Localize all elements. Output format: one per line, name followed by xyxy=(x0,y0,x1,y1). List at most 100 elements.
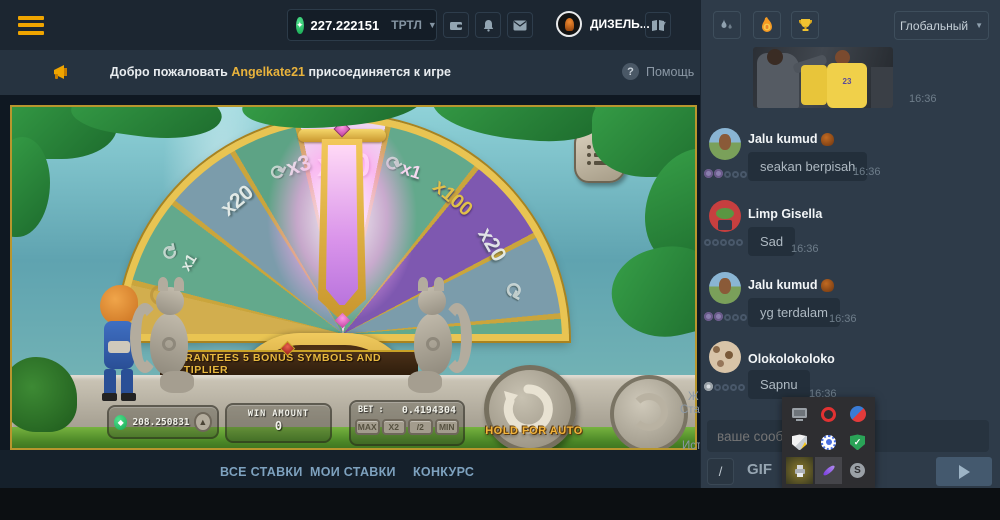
leaves-decoration xyxy=(603,235,697,349)
chat-message: Sad xyxy=(748,227,795,256)
wallet-button[interactable] xyxy=(443,12,469,38)
megaphone-icon xyxy=(52,63,72,81)
bet-box: BET : 0.4194304 MAX X2 /2 MIN xyxy=(349,400,465,446)
chat-command-button[interactable]: / xyxy=(707,458,734,485)
bet-min-button[interactable]: MIN xyxy=(435,419,460,435)
browser-ball-tray-icon[interactable] xyxy=(844,401,871,428)
win-amount-value: 0 xyxy=(227,419,330,433)
defender-warning-tray-icon[interactable] xyxy=(786,429,813,456)
chat-message: yg terdalam xyxy=(748,298,840,327)
windows-taskbar: Введите здесь текст для поиска 84 Y Я xyxy=(0,488,1000,520)
squirrel-statue-left xyxy=(130,275,192,400)
welcome-username[interactable]: Angelkate21 xyxy=(231,65,305,79)
chevron-down-icon: ▼ xyxy=(975,21,983,30)
tab-contest[interactable]: КОНКУРС xyxy=(413,465,474,479)
jersey-number: 23 xyxy=(827,77,867,86)
game-balance-value: 208.250831 xyxy=(132,417,189,428)
library-button[interactable] xyxy=(645,12,671,38)
tray-flyout: ✓ S xyxy=(782,397,875,488)
balance-value: 227.222151 xyxy=(311,18,380,33)
wallet-icon xyxy=(449,18,463,32)
welcome-suffix: присоединяется к игре xyxy=(308,65,451,79)
hold-for-auto-label: HOLD FOR AUTO xyxy=(464,425,604,437)
contest-button[interactable] xyxy=(791,11,819,39)
message-time: 16:36 xyxy=(853,166,881,178)
notifications-button[interactable] xyxy=(475,12,501,38)
sword xyxy=(314,107,370,339)
opera-tray-icon[interactable] xyxy=(815,401,842,428)
level-dots xyxy=(704,165,748,183)
bush xyxy=(10,357,77,432)
avatar[interactable] xyxy=(709,200,741,232)
bet-double-button[interactable]: X2 xyxy=(382,419,407,435)
bet-value: 0.4194304 xyxy=(402,405,456,416)
mail-icon xyxy=(513,20,527,31)
hamburger-menu-icon[interactable] xyxy=(18,12,44,38)
bet-max-button[interactable]: MAX xyxy=(355,419,380,435)
squirrel-statue-right xyxy=(410,275,472,400)
bell-icon xyxy=(482,19,495,32)
bet-label: BET : xyxy=(358,405,384,416)
message-time: 16:36 xyxy=(829,313,857,325)
username: ДИЗЕЛЬ... xyxy=(590,17,650,31)
message-author: Jalu kumud xyxy=(748,278,834,292)
send-arrow-icon xyxy=(959,465,970,479)
bonus-banner-text: GUARANTEES 5 BONUS SYMBOLS AND MULTIPLIE… xyxy=(160,352,418,376)
balance-pill[interactable]: ✦ 227.222151 ТРТЛ ▼ xyxy=(287,9,437,41)
shield-check-tray-icon[interactable]: ✓ xyxy=(844,429,871,456)
turkey-emoji-icon xyxy=(821,133,834,146)
avatar[interactable] xyxy=(709,272,741,304)
help-button[interactable]: ? Помощь xyxy=(622,63,694,80)
printer-tray-icon[interactable] xyxy=(786,457,813,484)
bet-half-button[interactable]: /2 xyxy=(408,419,433,435)
chat-message: Sapnu xyxy=(748,370,810,399)
chat-channel-label: Глобальный xyxy=(900,19,968,33)
top-bar: ✦ 227.222151 ТРТЛ ▼ ДИЗЕЛЬ... ▼ xyxy=(0,0,700,50)
win-amount-box: WIN AMOUNT 0 xyxy=(225,403,332,443)
rain-icon xyxy=(720,18,734,32)
message-author: Jalu kumud xyxy=(748,132,834,146)
chat-channel-select[interactable]: Глобальный ▼ xyxy=(894,11,989,40)
gif-button[interactable]: GIF xyxy=(747,461,772,478)
game-canvas: ⟳x1 x20 ⟳x3 x50 ⟳x1 x100 x20 ⟳ GUARANTEE… xyxy=(10,105,697,450)
coin-icon: ✦ xyxy=(296,17,304,34)
message-author: Limp Gisella xyxy=(748,207,822,221)
trophy-icon xyxy=(798,18,813,32)
photo-timestamp: 16:36 xyxy=(909,93,937,105)
spin-button[interactable] xyxy=(484,365,576,450)
avatar[interactable] xyxy=(709,128,741,160)
message-author: Olokolokoloko xyxy=(748,352,835,366)
coin-icon: ◆ xyxy=(114,415,127,430)
level-dots xyxy=(704,378,746,396)
messages-button[interactable] xyxy=(507,12,533,38)
notification-bar: Добро пожаловать Angelkate21 присоединяе… xyxy=(0,50,700,95)
welcome-prefix: Добро пожаловать xyxy=(110,65,228,79)
game-balance-box: ◆ 208.250831 ▲ xyxy=(107,405,219,439)
chat-photo-message[interactable]: 23 xyxy=(753,47,893,108)
bets-tab-bar: ВСЕ СТАВКИ МОИ СТАВКИ КОНКУРС xyxy=(0,450,700,488)
avatar xyxy=(556,11,582,37)
avatar[interactable] xyxy=(709,341,741,373)
tab-all-bets[interactable]: ВСЕ СТАВКИ xyxy=(220,465,303,479)
chat-message: seakan berpisah xyxy=(748,152,867,181)
help-label: Помощь xyxy=(646,65,694,79)
book-icon xyxy=(651,19,665,32)
win-amount-label: WIN AMOUNT xyxy=(227,409,330,419)
turkey-emoji-icon xyxy=(821,279,834,292)
level-dots xyxy=(704,308,748,326)
tab-my-bets[interactable]: МОИ СТАВКИ xyxy=(310,465,396,479)
deposit-arrow-button[interactable]: ▲ xyxy=(194,412,212,432)
question-icon: ? xyxy=(622,63,639,80)
skype-tray-icon[interactable]: S xyxy=(844,457,871,484)
send-message-button[interactable] xyxy=(936,457,992,486)
rakeback-button[interactable] xyxy=(753,11,781,39)
rain-button[interactable] xyxy=(713,11,741,39)
stone-spiral-decoration xyxy=(610,375,688,450)
monitor-tray-icon[interactable] xyxy=(786,401,813,428)
feather-tray-icon[interactable] xyxy=(815,457,842,484)
level-dots xyxy=(704,233,744,251)
message-time: 16:36 xyxy=(791,243,819,255)
chevron-down-icon: ▼ xyxy=(428,20,437,30)
media-ring-tray-icon[interactable] xyxy=(815,429,842,456)
currency-label[interactable]: ТРТЛ xyxy=(391,18,422,32)
